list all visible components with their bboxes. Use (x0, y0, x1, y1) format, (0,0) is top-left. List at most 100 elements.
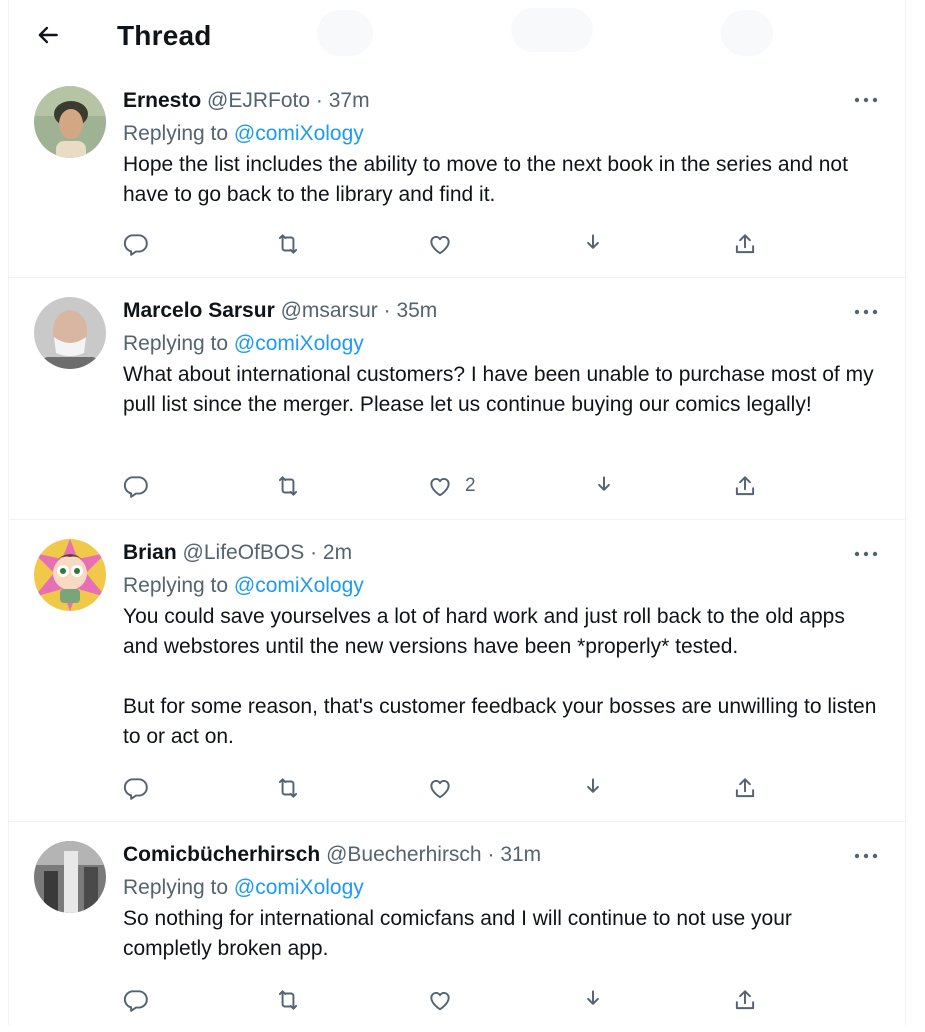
more-horizontal-icon (854, 96, 878, 104)
tweet-text: Hope the list includes the ability to mo… (123, 153, 848, 206)
tweet-header: Ernesto @EJRFoto · 37m (123, 88, 881, 114)
like-button[interactable] (427, 229, 453, 259)
heart-icon (427, 987, 453, 1013)
reply-button[interactable] (123, 471, 149, 501)
tweet-header: Comicbücherhirsch @Buecherhirsch · 31m (123, 842, 881, 868)
tweet-body: Brian @LifeOfBOS · 2m Replying to @comiX… (123, 540, 881, 752)
handle[interactable]: @Buecherhirsch (326, 843, 482, 866)
mention-link[interactable]: @comiXology (234, 332, 364, 355)
header-bar: Thread (9, 0, 905, 70)
timestamp[interactable]: 31m (500, 843, 541, 866)
timestamp[interactable]: 35m (396, 299, 437, 322)
replying-prefix: Replying to (123, 332, 229, 355)
handle[interactable]: @EJRFoto (207, 89, 310, 112)
share-upload-icon (732, 775, 758, 801)
page-title: Thread (117, 20, 212, 51)
reply-bubble-icon (123, 473, 149, 499)
download-arrow-icon (580, 775, 606, 801)
avatar[interactable] (34, 297, 106, 369)
like-button[interactable] (427, 773, 453, 803)
timestamp[interactable]: 37m (329, 89, 370, 112)
avatar[interactable] (34, 841, 106, 913)
tweet-header: Marcelo Sarsur @msarsur · 35m (123, 298, 881, 324)
replying-to: Replying to @comiXology (123, 573, 881, 599)
download-button[interactable] (580, 773, 606, 803)
download-arrow-icon (580, 231, 606, 257)
like-count: 2 (465, 475, 476, 496)
share-upload-icon (732, 987, 758, 1013)
tweet-body: Comicbücherhirsch @Buecherhirsch · 31m R… (123, 842, 881, 964)
like-button[interactable]: 2 (427, 471, 476, 501)
tweet-actions (123, 773, 783, 803)
separator: · (383, 299, 391, 322)
retweet-icon (275, 231, 301, 257)
background-blur-shape (511, 8, 593, 52)
more-horizontal-icon (854, 308, 878, 316)
more-horizontal-icon (854, 852, 878, 860)
handle[interactable]: @msarsur (281, 299, 378, 322)
share-upload-icon (732, 473, 758, 499)
share-button[interactable] (732, 773, 758, 803)
share-button[interactable] (732, 985, 758, 1015)
avatar[interactable] (34, 86, 106, 158)
tweet-text: You could save yourselves a lot of hard … (123, 605, 877, 748)
more-button[interactable] (851, 88, 881, 112)
display-name[interactable]: Comicbücherhirsch (123, 843, 320, 866)
more-button[interactable] (851, 844, 881, 868)
tweet[interactable]: Comicbücherhirsch @Buecherhirsch · 31m R… (9, 822, 905, 1032)
share-button[interactable] (732, 229, 758, 259)
tweet-text: What about international customers? I ha… (123, 363, 874, 416)
reply-button[interactable] (123, 229, 149, 259)
share-button[interactable] (732, 471, 758, 501)
tweet[interactable]: Ernesto @EJRFoto · 37m Replying to @comi… (9, 70, 905, 278)
timestamp[interactable]: 2m (323, 541, 352, 564)
retweet-button[interactable] (275, 471, 301, 501)
arrow-left-icon (38, 26, 58, 44)
replying-prefix: Replying to (123, 574, 229, 597)
retweet-icon (275, 473, 301, 499)
tweet[interactable]: Marcelo Sarsur @msarsur · 35m Replying t… (9, 278, 905, 520)
retweet-button[interactable] (275, 985, 301, 1015)
download-button[interactable] (580, 985, 606, 1015)
like-button[interactable] (427, 985, 453, 1015)
more-button[interactable] (851, 300, 881, 324)
tweet-text: So nothing for international comicfans a… (123, 907, 792, 960)
thread-column: Thread Ernesto @EJRFoto · 37m Replying t (8, 0, 906, 1025)
tweet-actions (123, 229, 783, 259)
tweet-body: Marcelo Sarsur @msarsur · 35m Replying t… (123, 298, 881, 420)
heart-icon (427, 473, 453, 499)
handle[interactable]: @LifeOfBOS (183, 541, 305, 564)
download-arrow-icon (580, 987, 606, 1013)
retweet-button[interactable] (275, 773, 301, 803)
mention-link[interactable]: @comiXology (234, 574, 364, 597)
separator: · (487, 843, 495, 866)
reply-bubble-icon (123, 231, 149, 257)
tweet-actions (123, 985, 783, 1015)
tweet[interactable]: Brian @LifeOfBOS · 2m Replying to @comiX… (9, 520, 905, 822)
replying-prefix: Replying to (123, 122, 229, 145)
heart-icon (427, 231, 453, 257)
retweet-button[interactable] (275, 229, 301, 259)
download-button[interactable] (591, 471, 617, 501)
display-name[interactable]: Ernesto (123, 89, 201, 112)
reply-button[interactable] (123, 773, 149, 803)
avatar[interactable] (34, 539, 106, 611)
retweet-icon (275, 775, 301, 801)
replying-to: Replying to @comiXology (123, 875, 881, 901)
display-name[interactable]: Marcelo Sarsur (123, 299, 275, 322)
separator: · (310, 541, 318, 564)
mention-link[interactable]: @comiXology (234, 122, 364, 145)
share-upload-icon (732, 231, 758, 257)
download-button[interactable] (580, 229, 606, 259)
background-blur-shape (317, 10, 373, 56)
more-button[interactable] (851, 542, 881, 566)
reply-button[interactable] (123, 985, 149, 1015)
reply-bubble-icon (123, 775, 149, 801)
replying-prefix: Replying to (123, 876, 229, 899)
retweet-icon (275, 987, 301, 1013)
display-name[interactable]: Brian (123, 541, 177, 564)
mention-link[interactable]: @comiXology (234, 876, 364, 899)
replying-to: Replying to @comiXology (123, 121, 881, 147)
back-button[interactable] (29, 16, 67, 54)
more-horizontal-icon (854, 550, 878, 558)
